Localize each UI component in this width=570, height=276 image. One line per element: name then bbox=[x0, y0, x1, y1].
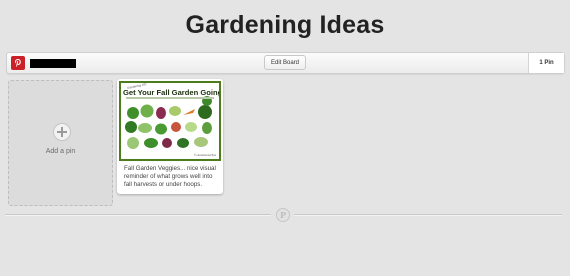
pinterest-glyph bbox=[15, 59, 21, 67]
pin-count[interactable]: 1 Pin bbox=[528, 53, 564, 73]
footer-logo-glyph: P bbox=[279, 210, 286, 220]
add-pin-card[interactable]: Add a pin bbox=[8, 80, 113, 206]
pinterest-logo-icon[interactable] bbox=[11, 56, 25, 70]
owner-name-redacted[interactable] bbox=[30, 59, 76, 68]
pinterest-p-icon[interactable]: P bbox=[276, 208, 290, 222]
pin-image-title: Get Your Fall Garden Going bbox=[123, 88, 221, 97]
footer-divider-left bbox=[5, 214, 271, 216]
pin-card[interactable]: Gardening 101 Get Your Fall Garden Going… bbox=[117, 79, 223, 194]
pin-image-credit: © HomeGrownTips bbox=[194, 154, 216, 157]
pin-image[interactable]: Gardening 101 Get Your Fall Garden Going… bbox=[119, 81, 221, 161]
plus-icon bbox=[53, 123, 71, 141]
board-title: Gardening Ideas bbox=[185, 11, 385, 39]
footer-divider-right bbox=[294, 214, 562, 216]
add-pin-label: Add a pin bbox=[45, 148, 76, 155]
pin-description: Fall Garden Veggies... nice visual remin… bbox=[124, 165, 216, 189]
pin-image-subline bbox=[126, 97, 214, 99]
edit-board-button[interactable]: Edit Board bbox=[264, 55, 307, 70]
board-header-bar: Edit Board 1 Pin bbox=[6, 52, 565, 74]
